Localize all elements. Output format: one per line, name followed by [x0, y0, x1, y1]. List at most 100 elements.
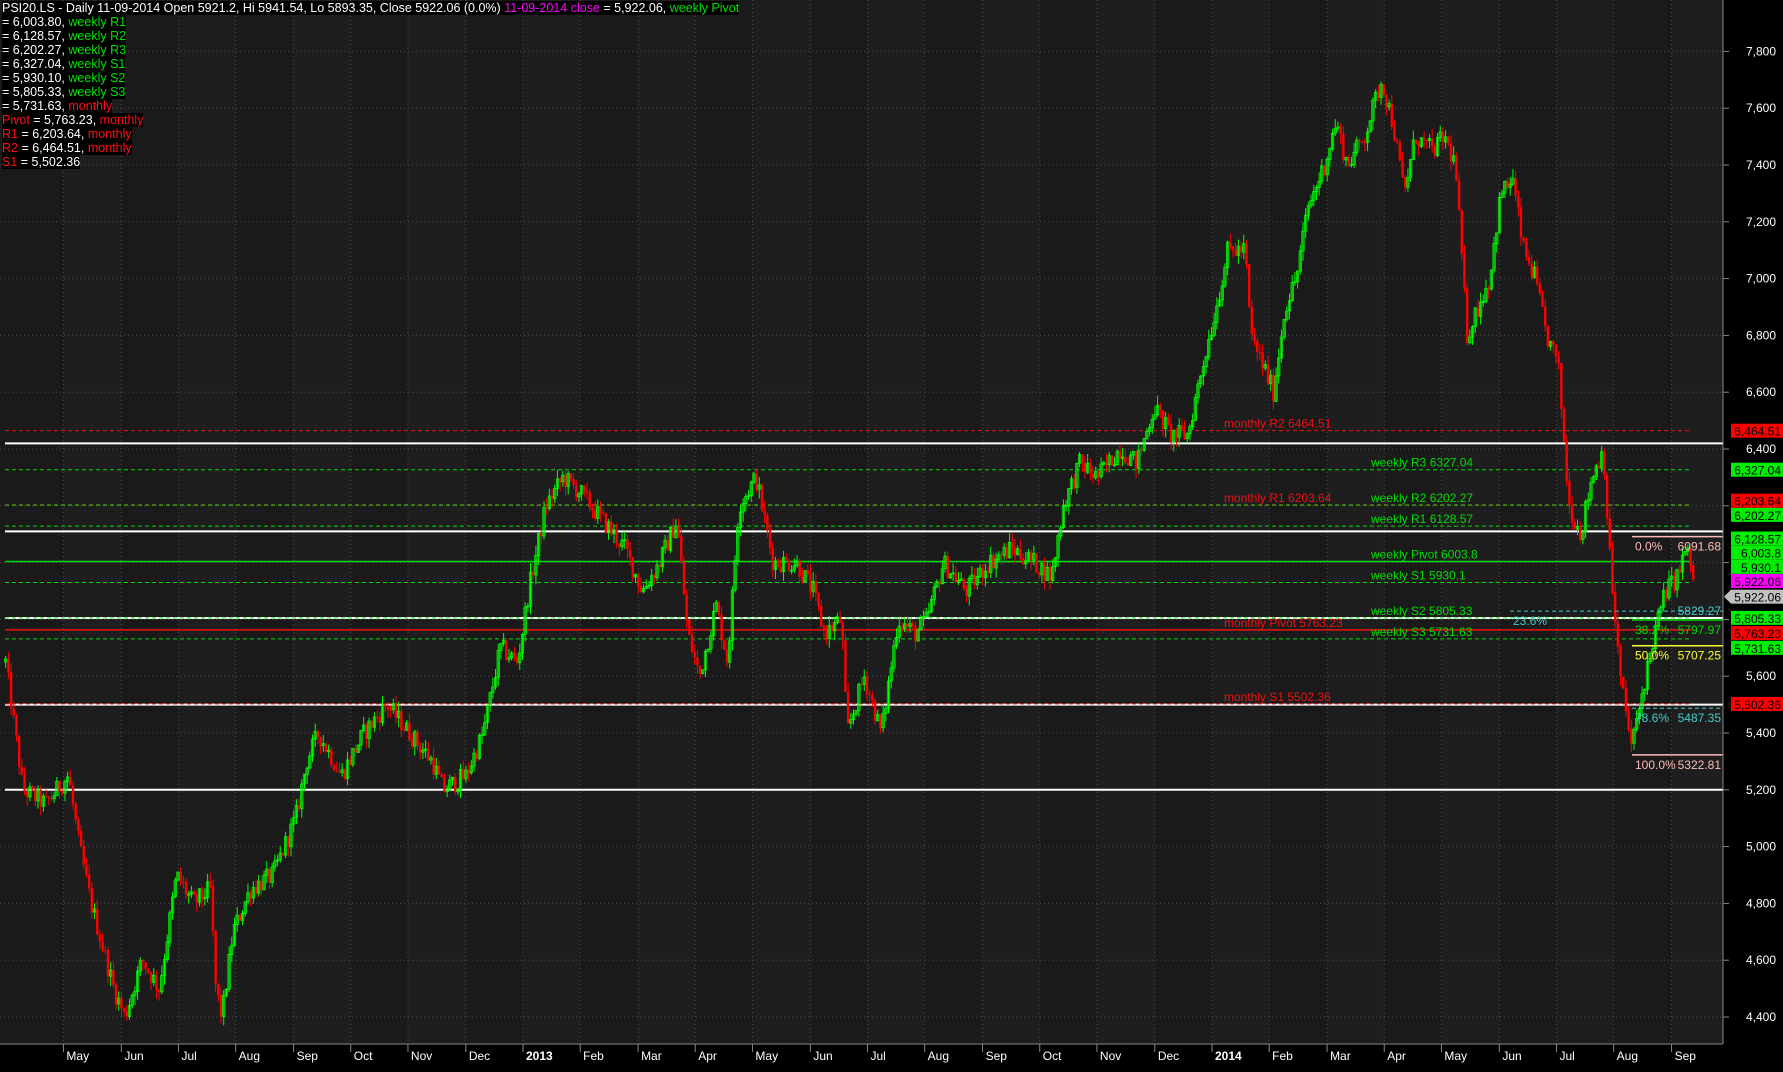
- x-tick-label: Oct: [1043, 1049, 1062, 1063]
- candle-down: [1578, 526, 1582, 540]
- legend-suffix: monthly: [87, 141, 132, 155]
- candle-down: [1597, 466, 1601, 469]
- candle-down: [462, 769, 465, 779]
- candle-down: [766, 514, 769, 531]
- candle-down: [583, 485, 586, 491]
- candle-down: [550, 495, 554, 499]
- candle-down: [911, 623, 914, 627]
- candle-down: [965, 588, 968, 597]
- x-tick-label: Feb: [1272, 1049, 1293, 1063]
- candle-down: [1665, 590, 1668, 598]
- candle-down: [335, 770, 338, 772]
- candle-down: [260, 881, 263, 890]
- y-tick-label: 5,600: [1746, 669, 1776, 683]
- candle-down: [50, 798, 53, 800]
- candle-down: [467, 770, 470, 773]
- candle-down: [1530, 263, 1533, 278]
- x-tick-label: Jul: [182, 1049, 197, 1063]
- candle-down: [120, 998, 123, 1009]
- candle-down: [90, 887, 94, 913]
- candle-down: [416, 731, 419, 746]
- fib-percent-label: 100.0%: [1635, 758, 1676, 772]
- candle-down: [34, 789, 37, 802]
- candle-down: [443, 777, 446, 792]
- candle-down: [720, 614, 723, 640]
- candle-down: [1630, 729, 1633, 744]
- legend-header: PSI20.LS - Daily 11-09-2014 Open 5921.2,…: [2, 1, 740, 15]
- candle-down: [17, 736, 21, 768]
- candle-down: [1560, 363, 1563, 410]
- candle-down: [1126, 462, 1130, 466]
- legend-suffix: monthly: [68, 99, 113, 113]
- candle-down: [26, 791, 29, 797]
- candle-down: [558, 478, 562, 482]
- candle-down: [1180, 425, 1184, 430]
- candle-down: [1417, 143, 1420, 147]
- candle-down: [254, 887, 258, 894]
- x-tick-label: Sep: [986, 1049, 1008, 1063]
- candle-down: [1476, 308, 1480, 317]
- candle-down: [1161, 410, 1165, 429]
- month-band: [752, 0, 811, 1044]
- candle-down: [1250, 306, 1254, 335]
- monthly-level-label: monthly S1 5502.36: [1224, 690, 1331, 704]
- chart-title: PSI20.LS - Daily 11-09-2014 Open 5921.2,…: [2, 1, 501, 15]
- candle-down: [820, 605, 823, 627]
- price-marker-label: 6,203.64: [1734, 495, 1781, 509]
- candle-down: [814, 581, 818, 593]
- candle-down: [85, 864, 88, 875]
- candle-down: [209, 881, 212, 886]
- close-value: = 5,922.06,: [599, 1, 670, 15]
- y-tick-label: 4,400: [1746, 1010, 1776, 1024]
- candle-down: [1245, 243, 1248, 265]
- legend-suffix: weekly R1: [68, 15, 127, 29]
- legend-row: S1 = 5,502.36: [2, 155, 739, 169]
- candle-down: [671, 527, 675, 538]
- legend-value: = 5,930.10,: [2, 71, 69, 85]
- price-marker-label: 5,763.23: [1734, 627, 1781, 641]
- candle-down: [1603, 451, 1606, 475]
- candle-down: [1433, 146, 1437, 156]
- candle-down: [394, 703, 398, 718]
- candle-down: [1183, 429, 1186, 439]
- candle-down: [1083, 463, 1087, 473]
- candle-down: [1678, 569, 1681, 573]
- candle-down: [144, 962, 147, 970]
- monthly-level-label: monthly R1 6203.64: [1224, 491, 1332, 505]
- candle-down: [1091, 473, 1095, 478]
- candle-down: [973, 575, 976, 585]
- candle-down: [1425, 139, 1428, 141]
- candle-down: [1000, 554, 1003, 556]
- candle-down: [1347, 157, 1350, 165]
- y-tick-label: 5,200: [1746, 783, 1776, 797]
- candle-down: [1608, 517, 1611, 549]
- candle-down: [179, 872, 182, 883]
- candle-down: [992, 555, 995, 569]
- candle-down: [1038, 572, 1041, 575]
- candle-down: [986, 571, 990, 573]
- candle-down: [725, 649, 729, 663]
- candle-down: [1005, 547, 1009, 558]
- candle-down: [1398, 142, 1402, 161]
- y-tick-label: 6,400: [1746, 442, 1776, 456]
- fib-percent-label: 0.0%: [1635, 540, 1663, 554]
- candle-down: [798, 561, 801, 578]
- price-marker-label: 5,930.1: [1741, 561, 1781, 575]
- legend-value: = 6,203.64,: [17, 127, 88, 141]
- x-tick-label: Dec: [1158, 1049, 1179, 1063]
- legend-value: = 6,327.04,: [2, 57, 69, 71]
- weekly-level-label: weekly Pivot 6003.8: [1370, 548, 1478, 562]
- candle-down: [195, 894, 199, 903]
- candle-down: [1134, 451, 1138, 469]
- legend-value: = 5,731.63,: [2, 99, 69, 113]
- candle-down: [760, 484, 764, 511]
- candle-down: [653, 575, 656, 578]
- candle-down: [147, 969, 150, 973]
- candle-down: [1611, 548, 1614, 593]
- legend-prefix: R2: [2, 141, 18, 155]
- candle-down: [1570, 505, 1574, 523]
- candle-down: [23, 774, 26, 792]
- candle-down: [1673, 575, 1676, 590]
- legend-value: = 5,805.33,: [2, 85, 69, 99]
- chart-legend: PSI20.LS - Daily 11-09-2014 Open 5921.2,…: [2, 1, 740, 169]
